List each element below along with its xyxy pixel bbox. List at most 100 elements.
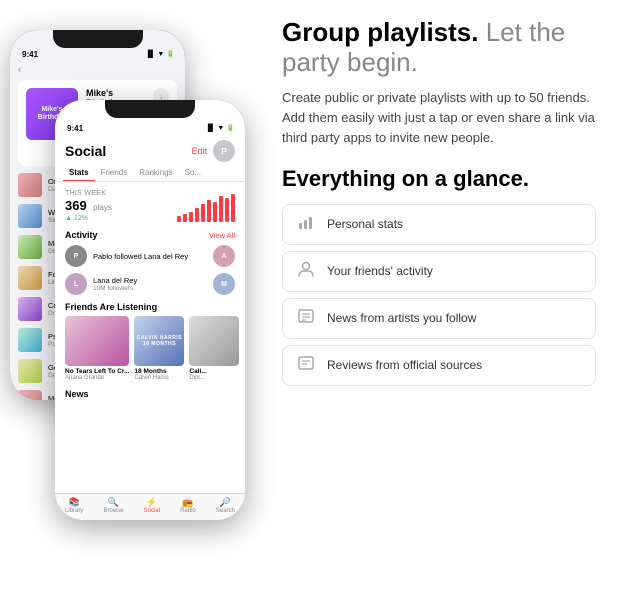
- album-name-2: 18 Months: [134, 368, 184, 375]
- percent-badge: ▲ 12%: [65, 215, 112, 222]
- bar-8: [219, 196, 223, 222]
- feature-label-4: Reviews from official sources: [327, 358, 482, 372]
- activity-thumb-2: M: [213, 273, 235, 295]
- song-art-3: [18, 235, 42, 259]
- album-name-3: Cali...: [189, 368, 239, 375]
- feature-friends-activity: Your friends' activity: [282, 251, 596, 292]
- activity-desc-1: Pablo followed Lana del Rey: [93, 252, 207, 261]
- friends-albums: No Tears Left To Cr... Ariana Grande CAL…: [65, 316, 235, 381]
- wifi-icon: ▼: [157, 51, 164, 58]
- activity-sub-2: 10M followers: [93, 285, 207, 292]
- activity-thumb-1: A: [213, 245, 235, 267]
- album-card-3[interactable]: Cali... Dipl...: [189, 316, 239, 381]
- feature-reviews: Reviews from official sources: [282, 345, 596, 386]
- right-panel: Group playlists. Let the party begin. Cr…: [260, 0, 618, 605]
- this-week-label: THIS WEEK: [65, 190, 235, 197]
- phone-front-notch: [105, 100, 195, 118]
- user-avatar: P: [213, 140, 235, 162]
- reviews-icon: [295, 354, 317, 377]
- album-art-1: [65, 316, 129, 366]
- signal-icon-front: ▐▌: [205, 125, 215, 132]
- wifi-icon-front: ▼: [217, 125, 224, 132]
- browse-icon-front: 🔍: [108, 498, 119, 507]
- album-artist-2: Calvin Harris: [134, 375, 184, 381]
- edit-button[interactable]: Edit: [191, 146, 207, 156]
- album-art-2: CALVIN HARRIS18 MONTHS: [134, 316, 184, 366]
- battery-icon: 🔋: [166, 50, 175, 58]
- search-icon-front: 🔎: [220, 498, 231, 507]
- tab-search-front[interactable]: 🔎 Search: [216, 498, 235, 514]
- tab-radio-front[interactable]: 📻 Radio: [180, 498, 196, 514]
- time-back: 9:41: [22, 50, 38, 59]
- album-name-1: No Tears Left To Cr...: [65, 368, 129, 375]
- activity-desc-2: Lana del Rey: [93, 276, 207, 285]
- activity-avatar-2: L: [65, 273, 87, 295]
- description-text: Create public or private playlists with …: [282, 88, 596, 148]
- song-art-7: [18, 359, 42, 383]
- radio-icon-front: 📻: [182, 498, 193, 507]
- plays-info: 369 plays ▲ 12%: [65, 197, 112, 222]
- friends-section: Friends Are Listening No Tears Left To C…: [55, 298, 245, 385]
- activity-text-2: Lana del Rey 10M followers: [93, 276, 207, 292]
- this-week-section: THIS WEEK 369 plays ▲ 12%: [55, 186, 245, 226]
- headline-bold: Group playlists.: [282, 17, 479, 47]
- top-section: Group playlists. Let the party begin. Cr…: [282, 18, 596, 148]
- feature-personal-stats: Personal stats: [282, 204, 596, 245]
- activity-item-2: L Lana del Rey 10M followers M: [55, 270, 245, 298]
- song-art-4: [18, 266, 42, 290]
- bar-6: [207, 200, 211, 222]
- social-icon-front: ⚡: [146, 498, 157, 507]
- phone-front: 9:41 ▐▌ ▼ 🔋 Social Edit P Stats Friends: [55, 100, 245, 520]
- bar-4: [195, 208, 199, 222]
- battery-icon-front: 🔋: [226, 124, 235, 132]
- activity-title: Activity: [65, 230, 98, 240]
- tab-browse-front[interactable]: 🔍 Browse: [104, 498, 124, 514]
- back-icon[interactable]: ‹: [18, 64, 21, 74]
- personal-stats-icon: [295, 213, 317, 236]
- bar-10: [231, 194, 235, 222]
- segment-rankings[interactable]: Rankings: [133, 164, 178, 181]
- friends-title: Friends Are Listening: [65, 302, 235, 312]
- plays-word: plays: [93, 203, 112, 212]
- phone-back-notch: [53, 30, 143, 48]
- status-bar-back: 9:41 ▐▌ ▼ 🔋: [10, 46, 185, 62]
- tab-social-front[interactable]: ⚡ Social: [144, 498, 160, 514]
- status-bar-front: 9:41 ▐▌ ▼ 🔋: [55, 120, 245, 136]
- social-title: Social: [65, 143, 106, 159]
- artist-news-icon: [295, 307, 317, 330]
- social-header: Social Edit P: [55, 136, 245, 164]
- tab-library-front[interactable]: 📚 Library: [65, 498, 83, 514]
- segment-stats[interactable]: Stats: [63, 164, 95, 181]
- bar-7: [213, 202, 217, 222]
- segment-friends[interactable]: Friends: [95, 164, 134, 181]
- up-arrow-icon: ▲: [65, 215, 72, 222]
- song-art-8: [18, 390, 42, 401]
- album-card-2[interactable]: CALVIN HARRIS18 MONTHS 18 Months Calvin …: [134, 316, 184, 381]
- plays-count: 369: [65, 198, 87, 213]
- glance-section: Everything on a glance. Personal stats: [282, 166, 596, 587]
- news-title: News: [65, 389, 235, 399]
- status-icons-back: ▐▌ ▼ 🔋: [145, 50, 175, 58]
- activity-item-1: P Pablo followed Lana del Rey A: [55, 242, 245, 270]
- view-all-button[interactable]: View All: [209, 231, 235, 240]
- album-card-1[interactable]: No Tears Left To Cr... Ariana Grande: [65, 316, 129, 381]
- glance-title: Everything on a glance.: [282, 166, 596, 191]
- plays-row: 369 plays ▲ 12%: [65, 197, 235, 222]
- signal-icon: ▐▌: [145, 51, 155, 58]
- news-section: News: [55, 385, 245, 405]
- feature-label-1: Personal stats: [327, 217, 403, 231]
- segment-control: Stats Friends Rankings So...: [55, 164, 245, 182]
- segment-more[interactable]: So...: [179, 164, 207, 181]
- main-headline: Group playlists. Let the party begin.: [282, 18, 596, 78]
- song-art-5: [18, 297, 42, 321]
- feature-list: Personal stats Your friends' activity: [282, 204, 596, 386]
- album-artist-1: Ariana Grande: [65, 375, 129, 381]
- time-front: 9:41: [67, 124, 83, 133]
- song-art-2: [18, 204, 42, 228]
- feature-label-3: News from artists you follow: [327, 311, 476, 325]
- album-artist-3: Dipl...: [189, 375, 239, 381]
- album-art-3: [189, 316, 239, 366]
- social-header-right: Edit P: [191, 140, 235, 162]
- status-icons-front: ▐▌ ▼ 🔋: [205, 124, 235, 132]
- song-art-1: [18, 173, 42, 197]
